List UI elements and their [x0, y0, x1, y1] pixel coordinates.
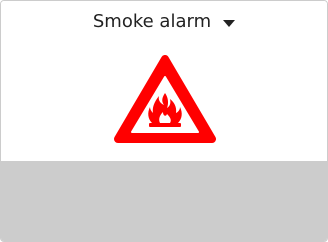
device-card: Smoke alarm: [0, 0, 328, 242]
device-type-label: Smoke alarm: [92, 11, 212, 32]
fire-warning-icon: [114, 55, 216, 143]
status-panel: [1, 161, 327, 241]
device-type-dropdown[interactable]: Smoke alarm: [1, 9, 327, 35]
icon-panel: Smoke alarm: [1, 1, 327, 161]
caret-down-icon: [223, 19, 236, 27]
